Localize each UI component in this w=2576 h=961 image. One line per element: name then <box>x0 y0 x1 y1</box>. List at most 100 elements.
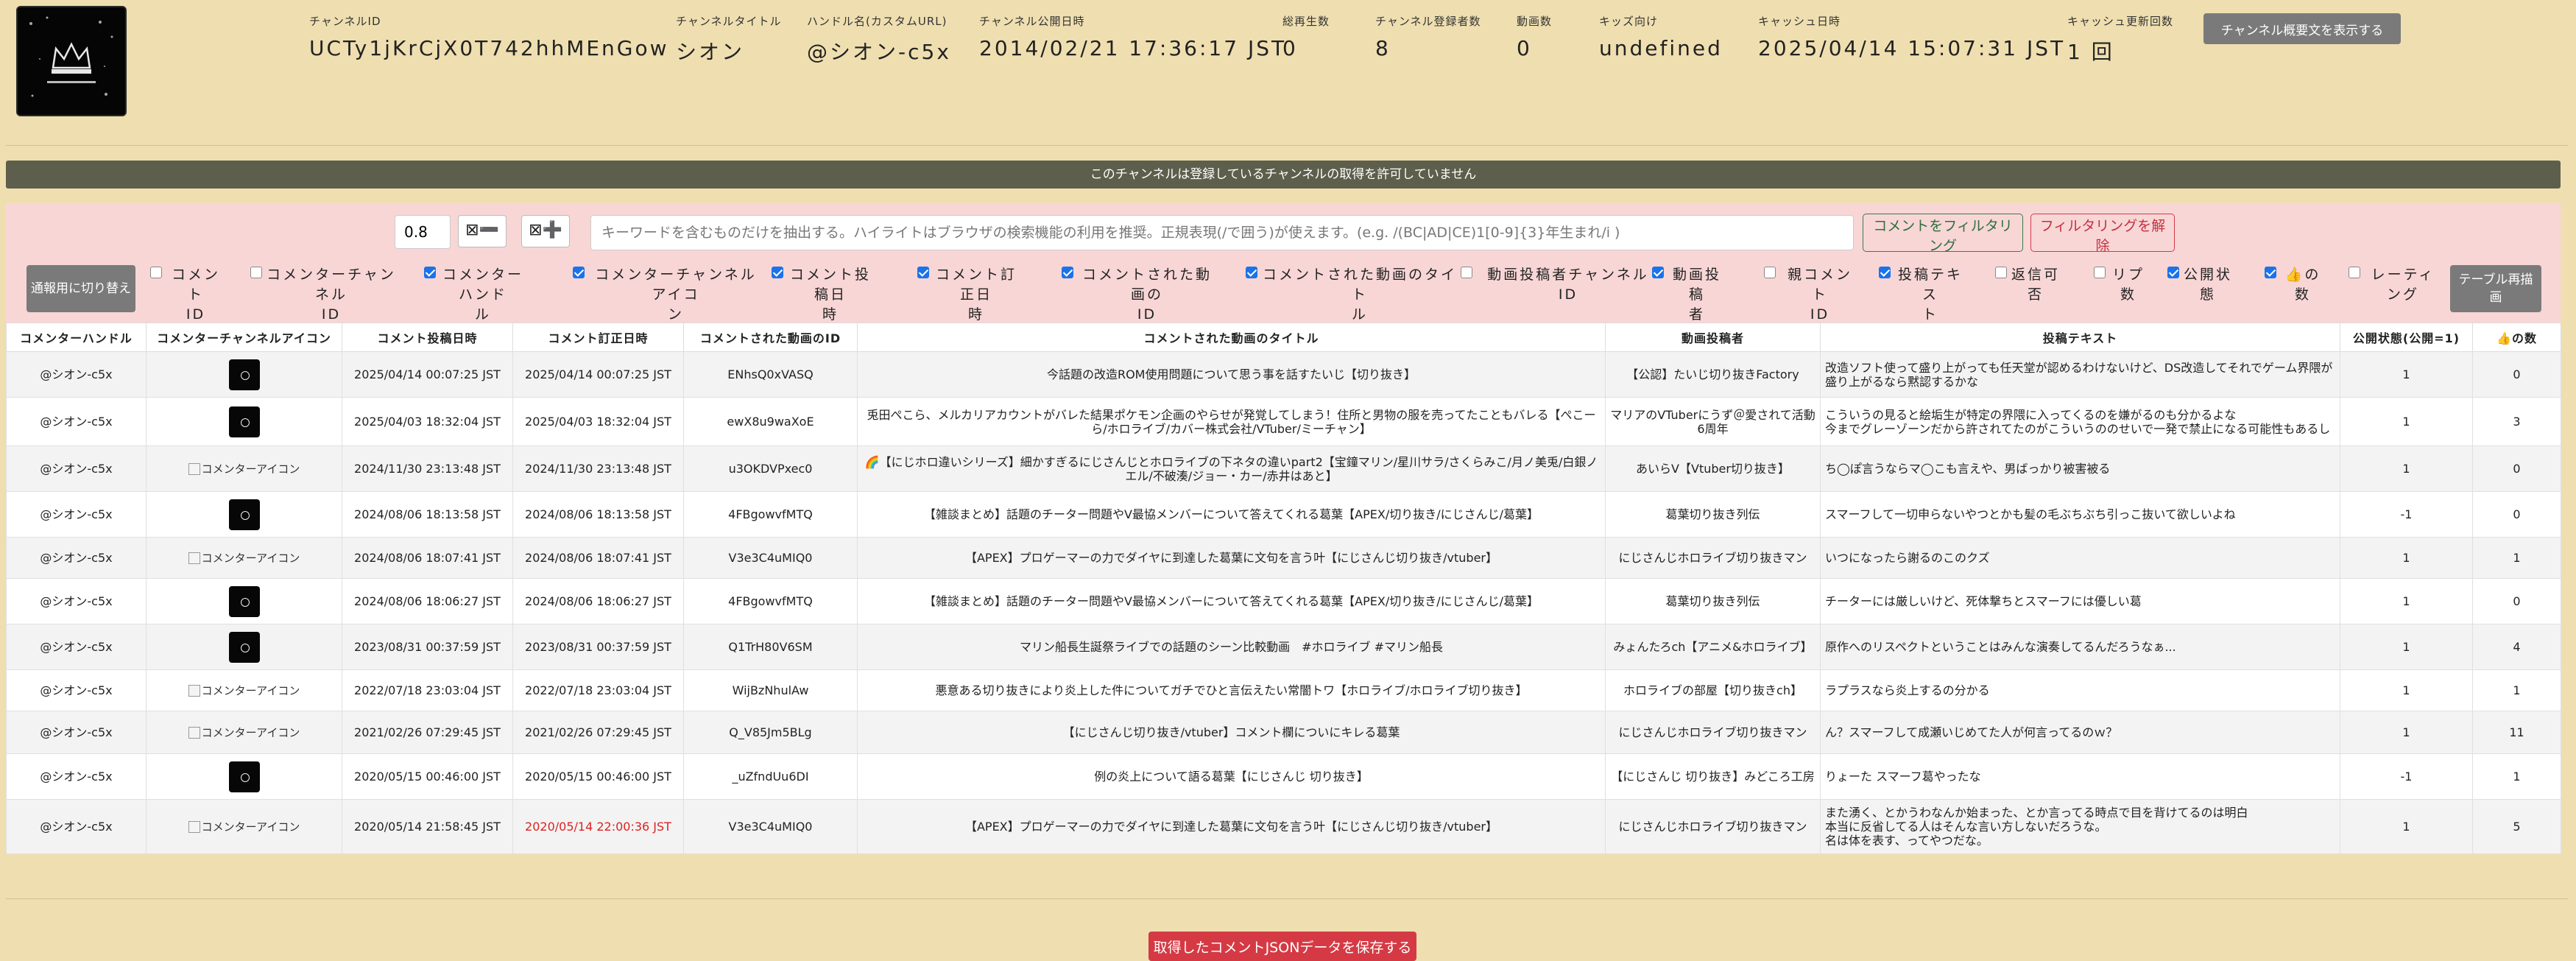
switch-report-mode-button[interactable]: 通報用に切り替え <box>27 265 135 312</box>
checkbox-checked-icon[interactable] <box>1062 267 1073 278</box>
broken-image-alt: コメンターアイコン <box>201 462 300 476</box>
meta-made-for-kids: キッズ向け undefined <box>1599 13 1723 60</box>
column-toggle-label: 投稿テキスト <box>1895 265 1966 325</box>
cell-edited: 2023/08/31 00:37:59 JST <box>512 624 684 670</box>
label-line: ル <box>1351 306 1368 323</box>
cell-comment-text: こういうの見ると絵垢生が特定の界隈に入ってくるのを嫌がるのも分かるよな 今までグ… <box>1820 397 2340 446</box>
column-header[interactable]: 公開状態(公開=1) <box>2340 323 2473 352</box>
meta-cache-date: キャッシュ日時 2025/04/14 15:07:31 JST <box>1758 13 2065 60</box>
column-toggle[interactable]: 👍の数 <box>2265 265 2325 305</box>
column-toggle[interactable]: 親コメント ID <box>1764 265 1860 325</box>
zoom-in-button[interactable]: ⊠➕ <box>521 215 570 247</box>
column-toggle[interactable]: 動画投稿者チャンネル ID <box>1461 265 1659 305</box>
column-header[interactable]: コメンターハンドル <box>6 323 147 352</box>
checkbox-checked-icon[interactable] <box>1652 267 1664 278</box>
cell-handle: @シオン-c5x <box>6 753 147 800</box>
column-toggle[interactable]: コメンターハンドル <box>424 265 526 325</box>
column-header[interactable]: コメントされた動画のID <box>683 323 858 352</box>
save-json-button[interactable]: 取得したコメントJSONデータを保存する <box>1148 932 1416 961</box>
column-header[interactable]: コメントされた動画のタイトル <box>857 323 1606 352</box>
column-toggle[interactable]: レーティ ング <box>2349 265 2441 305</box>
checkbox-checked-icon[interactable] <box>2167 267 2179 278</box>
column-toggle[interactable]: コメント投稿日時 <box>772 265 873 325</box>
checkbox-unchecked-icon[interactable] <box>2094 267 2106 278</box>
column-header[interactable]: 動画投稿者 <box>1605 323 1821 352</box>
cell-handle: @シオン-c5x <box>6 669 147 711</box>
label-line: 者 <box>1688 306 1705 323</box>
cell-video-id: 4FBgowvfMTQ <box>683 578 858 624</box>
column-header[interactable]: コメンターチャンネルアイコン <box>146 323 342 352</box>
column-header[interactable]: コメント訂正日時 <box>512 323 684 352</box>
cell-edited: 2024/08/06 18:07:41 JST <box>512 537 684 579</box>
checkbox-checked-icon[interactable] <box>1246 267 1257 278</box>
column-toggle[interactable]: 返信可否 <box>1995 265 2060 305</box>
meta-label: チャンネル登録者数 <box>1375 15 1481 28</box>
cell-icon: コメンターアイコン <box>146 799 342 854</box>
cell-status: 1 <box>2340 351 2473 398</box>
cell-edited: 2024/08/06 18:13:58 JST <box>512 491 684 538</box>
table-row: @シオン-c5x 2023/08/31 00:37:59 JST 2023/08/3… <box>6 624 2561 670</box>
clear-filter-button[interactable]: フィルタリングを解除 <box>2030 214 2175 254</box>
cell-posted: 2025/04/14 00:07:25 JST <box>342 351 513 398</box>
channel-header: チャンネルID UCTy1jKrCjX0T742hhMEnGow チャンネルタイ… <box>0 0 2576 140</box>
filter-comments-button[interactable]: コメントをフィルタリング <box>1863 214 2023 254</box>
cell-status: 1 <box>2340 397 2473 446</box>
checkbox-checked-icon[interactable] <box>424 267 436 278</box>
checkbox-unchecked-icon[interactable] <box>2349 267 2360 278</box>
table-row: @シオン-c5x コメンターアイコン 2022/07/18 23:03:04 JST… <box>6 669 2561 711</box>
label-line: 数 <box>2294 286 2311 303</box>
keyword-filter-input[interactable] <box>590 215 1854 250</box>
redraw-table-button[interactable]: テーブル再描画 <box>2450 265 2541 312</box>
column-toggle[interactable]: コメントされた動画のタイトル <box>1246 265 1458 325</box>
cell-comment-text: 改造ソフト使って盛り上がっても任天堂が認めるわけないけど、DS改造してそれでゲー… <box>1820 351 2340 398</box>
checkbox-unchecked-icon[interactable] <box>1461 267 1472 278</box>
cell-status: 1 <box>2340 624 2473 670</box>
label-line: 公開状 <box>2184 267 2233 283</box>
cell-likes: 5 <box>2472 799 2561 854</box>
zoom-out-button[interactable]: ⊠➖ <box>458 215 507 247</box>
cell-video-author: にじさんじホロライブ切り抜きマン <box>1605 711 1821 754</box>
column-header[interactable]: 投稿テキスト <box>1820 323 2340 352</box>
checkbox-unchecked-icon[interactable] <box>1764 267 1776 278</box>
cell-edited: 2025/04/03 18:32:04 JST <box>512 397 684 446</box>
checkbox-checked-icon[interactable] <box>573 267 585 278</box>
column-header[interactable]: 👍の数 <box>2472 323 2561 352</box>
meta-value: @シオン-c5x <box>807 40 951 64</box>
commenter-avatar <box>228 406 260 437</box>
column-toggle[interactable]: リプ数 <box>2094 265 2147 305</box>
column-toggle[interactable]: 動画投稿者 <box>1652 265 1726 325</box>
show-description-button[interactable]: チャンネル概要文を表示する <box>2203 13 2401 44</box>
column-toggle[interactable]: コメントされた動画の ID <box>1062 265 1216 325</box>
checkbox-checked-icon[interactable] <box>1879 267 1891 278</box>
label-line: ル <box>474 306 491 323</box>
label-line: コメントされた動画のタイト <box>1262 267 1457 303</box>
cell-edited: 2025/04/14 00:07:25 JST <box>512 351 684 398</box>
column-toggle[interactable]: 公開状態 <box>2167 265 2232 305</box>
checkbox-unchecked-icon[interactable] <box>150 267 162 278</box>
column-toggle-label: 公開状態 <box>2184 265 2232 305</box>
label-line: コメンターハンド <box>442 267 523 303</box>
checkbox-checked-icon[interactable] <box>2265 267 2276 278</box>
meta-value: 0 <box>1517 36 1532 60</box>
label-line: コメント投稿日 <box>789 267 871 303</box>
label-line: 親コメント <box>1787 267 1852 303</box>
checkbox-checked-icon[interactable] <box>772 267 783 278</box>
checkbox-unchecked-icon[interactable] <box>250 267 262 278</box>
checkbox-unchecked-icon[interactable] <box>1995 267 2007 278</box>
label-line: コメントされた動画の <box>1081 267 1212 303</box>
column-toggle[interactable]: コメンターチャンネルアイコン <box>573 265 763 325</box>
cell-status: 1 <box>2340 537 2473 579</box>
crown-logo-icon <box>18 7 125 115</box>
checkbox-checked-icon[interactable] <box>917 267 929 278</box>
column-toggle[interactable]: コメント訂正日時 <box>917 265 1019 325</box>
font-size-input[interactable] <box>395 215 451 249</box>
cell-posted: 2024/08/06 18:06:27 JST <box>342 578 513 624</box>
cell-icon <box>146 578 342 624</box>
column-toggle[interactable]: コメンターチャンネル ID <box>250 265 396 325</box>
broken-image: コメンターアイコン <box>188 684 300 697</box>
column-toggle[interactable]: コメント ID <box>150 265 225 325</box>
cell-video-id: u3OKDVPxec0 <box>683 446 858 492</box>
column-header[interactable]: コメント投稿日時 <box>342 323 513 352</box>
column-toggle[interactable]: 投稿テキスト <box>1879 265 1966 325</box>
cell-handle: @シオン-c5x <box>6 711 147 754</box>
